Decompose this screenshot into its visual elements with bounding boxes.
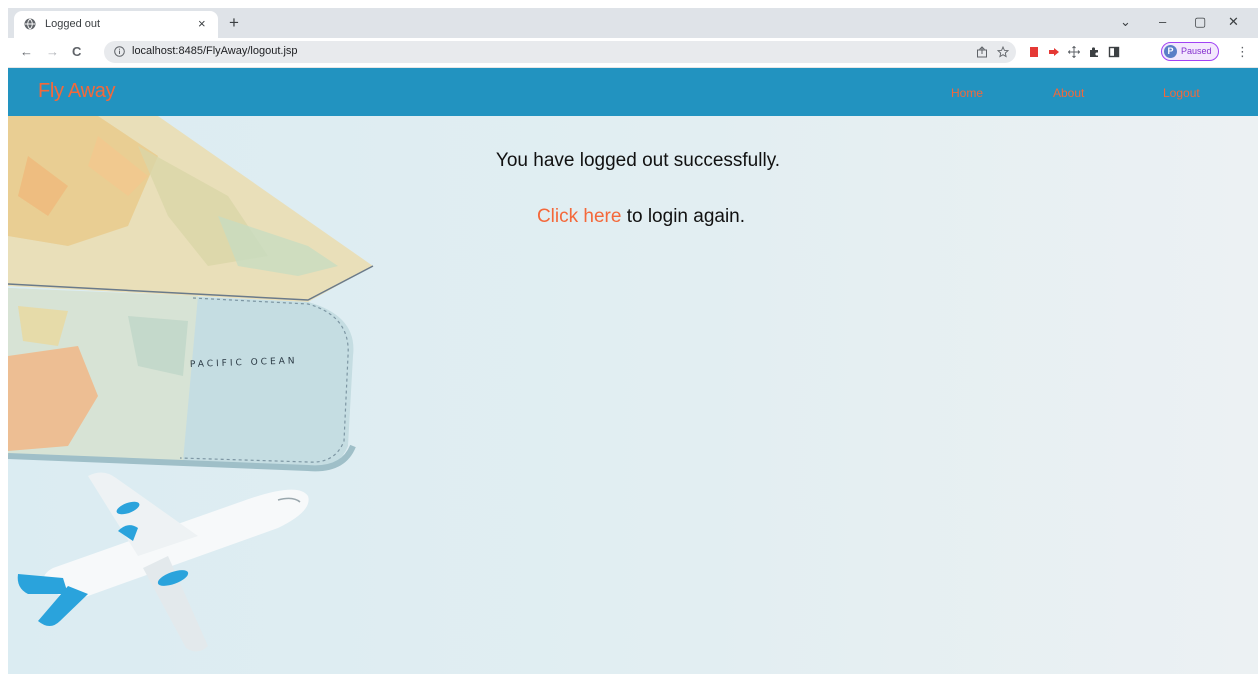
address-bar[interactable]: localhost:8485/FlyAway/logout.jsp — [104, 41, 1016, 63]
share-icon[interactable] — [976, 46, 988, 58]
page-content: Fly Away Home About Logout PACIFIC OCEAN… — [8, 68, 1258, 674]
brand-logo-link[interactable]: Fly Away — [38, 80, 116, 103]
minimize-icon[interactable]: – — [1159, 15, 1166, 29]
back-icon[interactable]: ← — [20, 44, 33, 60]
reload-icon[interactable]: C — [72, 44, 81, 60]
close-window-icon[interactable]: ✕ — [1228, 15, 1239, 29]
avatar: P — [1164, 45, 1177, 58]
browser-window: Logged out × + ⌄ – ▢ ✕ ← → C localhost:8… — [8, 8, 1258, 674]
nav-home-link[interactable]: Home — [951, 86, 983, 100]
puzzle-icon[interactable] — [1088, 46, 1100, 58]
tab-title: Logged out — [45, 18, 101, 30]
star-icon[interactable] — [997, 46, 1009, 58]
browser-menu-icon[interactable]: ⋮ — [1236, 45, 1249, 59]
url-text[interactable]: localhost:8485/FlyAway/logout.jsp — [132, 45, 298, 57]
nav-logout-link[interactable]: Logout — [1163, 86, 1200, 100]
new-tab-button[interactable]: + — [224, 13, 244, 33]
browser-toolbar: ← → C localhost:8485/FlyAway/logout.jsp — [8, 38, 1258, 68]
globe-icon — [24, 18, 36, 30]
tab-logged-out[interactable]: Logged out × — [14, 11, 218, 38]
forward-icon[interactable]: → — [46, 44, 59, 60]
extension-red-icon[interactable] — [1028, 46, 1040, 58]
login-again-text: to login again. — [621, 206, 746, 227]
side-panel-icon[interactable] — [1108, 46, 1120, 58]
site-navbar: Fly Away Home About Logout — [8, 68, 1258, 116]
tab-search-icon[interactable]: ⌄ — [1120, 15, 1131, 29]
restore-icon[interactable]: ▢ — [1194, 15, 1206, 29]
tab-strip: Logged out × + ⌄ – ▢ ✕ — [8, 8, 1258, 38]
profile-status: Paused — [1181, 46, 1212, 56]
tab-close-icon[interactable]: × — [198, 17, 206, 31]
info-icon[interactable] — [114, 46, 125, 57]
logout-success-message: You have logged out successfully. — [495, 150, 781, 171]
login-again-line: Click here to login again. — [8, 206, 1258, 228]
travel-map-airplane-illustration: PACIFIC OCEAN — [8, 116, 374, 652]
nav-about-link[interactable]: About — [1053, 86, 1084, 100]
extension-move-icon[interactable] — [1068, 46, 1080, 58]
profile-button[interactable]: P Paused — [1161, 42, 1219, 61]
login-again-link[interactable]: Click here — [537, 206, 621, 227]
extension-arrow-icon[interactable] — [1048, 46, 1060, 58]
